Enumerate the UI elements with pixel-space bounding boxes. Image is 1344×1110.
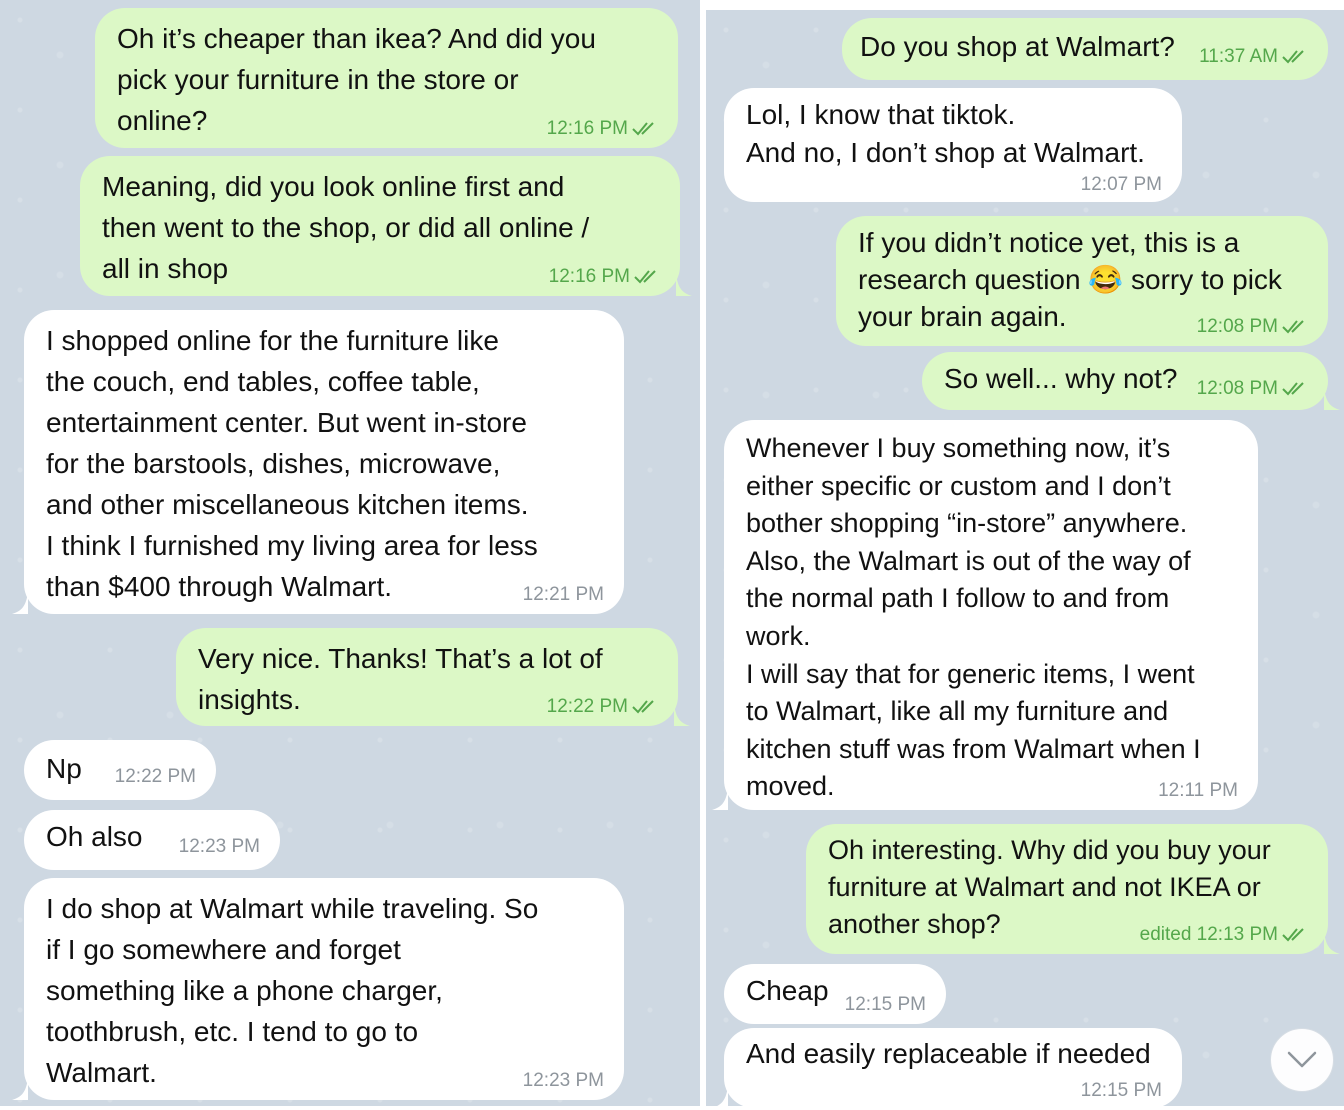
message-meta: 12:22 PM — [547, 696, 658, 718]
message-outgoing[interactable]: Meaning, did you look online first and t… — [80, 156, 692, 296]
double-check-icon — [1282, 320, 1304, 334]
message-incoming[interactable]: I shopped online for the furniture like … — [12, 310, 624, 614]
message-text: Lol, I know that tiktok. And no, I don’t… — [746, 99, 1145, 168]
message-meta: 12:08 PM — [1197, 378, 1308, 400]
bubble-tail — [716, 1086, 728, 1106]
message-time: 12:08 PM — [1196, 316, 1278, 337]
bubble-tail — [12, 592, 28, 614]
message-time: 12:16 PM — [548, 266, 630, 287]
message-time: 12:16 PM — [546, 118, 628, 139]
bubble-tail — [1324, 388, 1340, 410]
message-incoming[interactable]: Oh also 12:23 PM — [24, 810, 280, 870]
message-outgoing[interactable]: Oh interesting. Why did you buy your fur… — [806, 824, 1340, 954]
message-text: I shopped online for the furniture like … — [46, 325, 538, 602]
double-check-icon — [632, 700, 654, 714]
message-time: 12:07 PM — [1080, 174, 1162, 195]
message-incoming[interactable]: And easily replaceable if needed 12:15 P… — [716, 1028, 1182, 1106]
chat-panel-right: Do you shop at Walmart? 11:37 AM Lol, I … — [706, 10, 1344, 1106]
double-check-icon — [1282, 928, 1304, 942]
message-meta: edited 12:13 PM — [1140, 924, 1308, 946]
message-outgoing[interactable]: So well... why not? 12:08 PM — [922, 352, 1340, 410]
message-time: 12:08 PM — [1196, 378, 1278, 399]
message-time: 12:22 PM — [114, 766, 196, 787]
message-text: Whenever I buy something now, it’s eithe… — [746, 433, 1201, 802]
bubble-tail — [1324, 932, 1340, 954]
message-outgoing[interactable]: If you didn’t notice yet, this is a rese… — [836, 216, 1328, 346]
chevron-down-icon — [1287, 1051, 1317, 1068]
message-meta: 11:37 AM — [1199, 46, 1308, 68]
double-check-icon — [632, 122, 654, 136]
bubble-tail — [12, 1078, 28, 1100]
double-check-icon — [1282, 382, 1304, 396]
message-meta: 12:16 PM — [547, 118, 658, 140]
message-incoming[interactable]: Lol, I know that tiktok. And no, I don’t… — [724, 88, 1182, 202]
message-meta: 12:08 PM — [1197, 316, 1308, 338]
bubble-tail — [674, 704, 690, 726]
message-outgoing[interactable]: Very nice. Thanks! That’s a lot of insig… — [176, 628, 690, 726]
message-time: 12:11 PM — [1158, 780, 1238, 801]
message-meta: 12:16 PM — [549, 266, 660, 288]
bubble-tail — [676, 274, 692, 296]
double-check-icon — [1282, 50, 1304, 64]
bubble-tail — [712, 788, 728, 810]
message-time: 11:37 AM — [1199, 46, 1278, 67]
message-time: 12:15 PM — [1080, 1080, 1162, 1101]
chat-panel-left: Oh it’s cheaper than ikea? And did you p… — [0, 0, 700, 1106]
message-incoming[interactable]: Whenever I buy something now, it’s eithe… — [712, 420, 1258, 810]
message-incoming[interactable]: Np 12:22 PM — [24, 740, 216, 800]
message-time: 12:22 PM — [546, 696, 628, 717]
message-time: 12:15 PM — [844, 994, 926, 1015]
message-outgoing[interactable]: Oh it’s cheaper than ikea? And did you p… — [95, 8, 678, 148]
message-time: edited 12:13 PM — [1139, 924, 1278, 945]
message-outgoing[interactable]: Do you shop at Walmart? 11:37 AM — [842, 18, 1328, 80]
message-incoming[interactable]: Cheap 12:15 PM — [724, 964, 946, 1024]
message-time: 12:23 PM — [522, 1070, 604, 1091]
message-text: I do shop at Walmart while traveling. So… — [46, 893, 539, 1088]
double-check-icon — [634, 270, 656, 284]
message-incoming[interactable]: I do shop at Walmart while traveling. So… — [12, 878, 624, 1100]
scroll-down-button[interactable] — [1270, 1028, 1334, 1092]
message-time: 12:21 PM — [522, 584, 604, 605]
message-time: 12:23 PM — [178, 836, 260, 857]
message-text: And easily replaceable if needed — [746, 1038, 1151, 1069]
